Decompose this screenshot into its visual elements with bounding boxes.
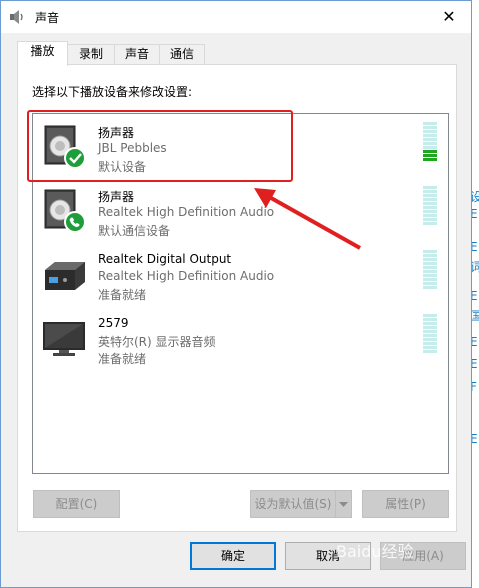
instruction-text: 选择以下播放设备来修改设置: bbox=[32, 85, 193, 99]
volume-meter bbox=[423, 122, 437, 162]
baidu-watermark: Baidu经验 bbox=[336, 542, 414, 561]
device-item[interactable]: 2579 英特尔(R) 显示器音频 准备就绪 bbox=[33, 306, 443, 370]
device-status: 默认通信设备 bbox=[98, 224, 171, 238]
set-default-button[interactable]: 设为默认值(S) bbox=[250, 490, 336, 518]
device-name: Realtek Digital Output bbox=[98, 252, 232, 266]
device-name: 2579 bbox=[98, 316, 129, 330]
tab-sounds[interactable]: 声音 bbox=[114, 44, 160, 65]
device-status: 准备就绪 bbox=[98, 352, 147, 366]
sound-icon bbox=[10, 10, 23, 24]
device-item[interactable]: Realtek Digital Output Realtek High Defi… bbox=[33, 242, 443, 306]
device-description: Realtek High Definition Audio bbox=[98, 205, 275, 219]
volume-meter bbox=[423, 186, 437, 226]
digital-output-icon bbox=[45, 262, 85, 290]
configure-button[interactable]: 配置(C) bbox=[33, 490, 120, 518]
chevron-down-icon bbox=[339, 502, 348, 507]
volume-meter bbox=[423, 314, 437, 354]
annotation-highlight-box bbox=[27, 110, 293, 182]
set-default-dropdown[interactable] bbox=[335, 490, 352, 518]
tab-playback[interactable]: 播放 bbox=[17, 41, 68, 66]
properties-button[interactable]: 属性(P) bbox=[362, 490, 449, 518]
device-status: 准备就绪 bbox=[98, 288, 147, 302]
volume-meter bbox=[423, 250, 437, 290]
ok-button[interactable]: 确定 bbox=[190, 542, 276, 570]
monitor-icon bbox=[43, 322, 85, 356]
device-item[interactable]: 扬声器 Realtek High Definition Audio 默认通信设备 bbox=[33, 178, 443, 242]
tab-communications[interactable]: 通信 bbox=[159, 44, 205, 65]
speaker-communication-icon bbox=[44, 189, 86, 233]
sound-dialog: 声音 ✕ 播放 录制 声音 通信 选择以下播放设备来修改设置: 扬声器 JBL … bbox=[0, 0, 472, 588]
device-description: 英特尔(R) 显示器音频 bbox=[98, 335, 216, 349]
close-button[interactable]: ✕ bbox=[427, 1, 471, 31]
device-name: 扬声器 bbox=[98, 190, 135, 204]
annotation-arrow-icon bbox=[254, 188, 361, 250]
tab-recording[interactable]: 录制 bbox=[67, 44, 115, 65]
window-title: 声音 bbox=[35, 11, 60, 25]
device-description: Realtek High Definition Audio bbox=[98, 269, 275, 283]
title-bar[interactable]: 声音 ✕ bbox=[1, 1, 471, 33]
